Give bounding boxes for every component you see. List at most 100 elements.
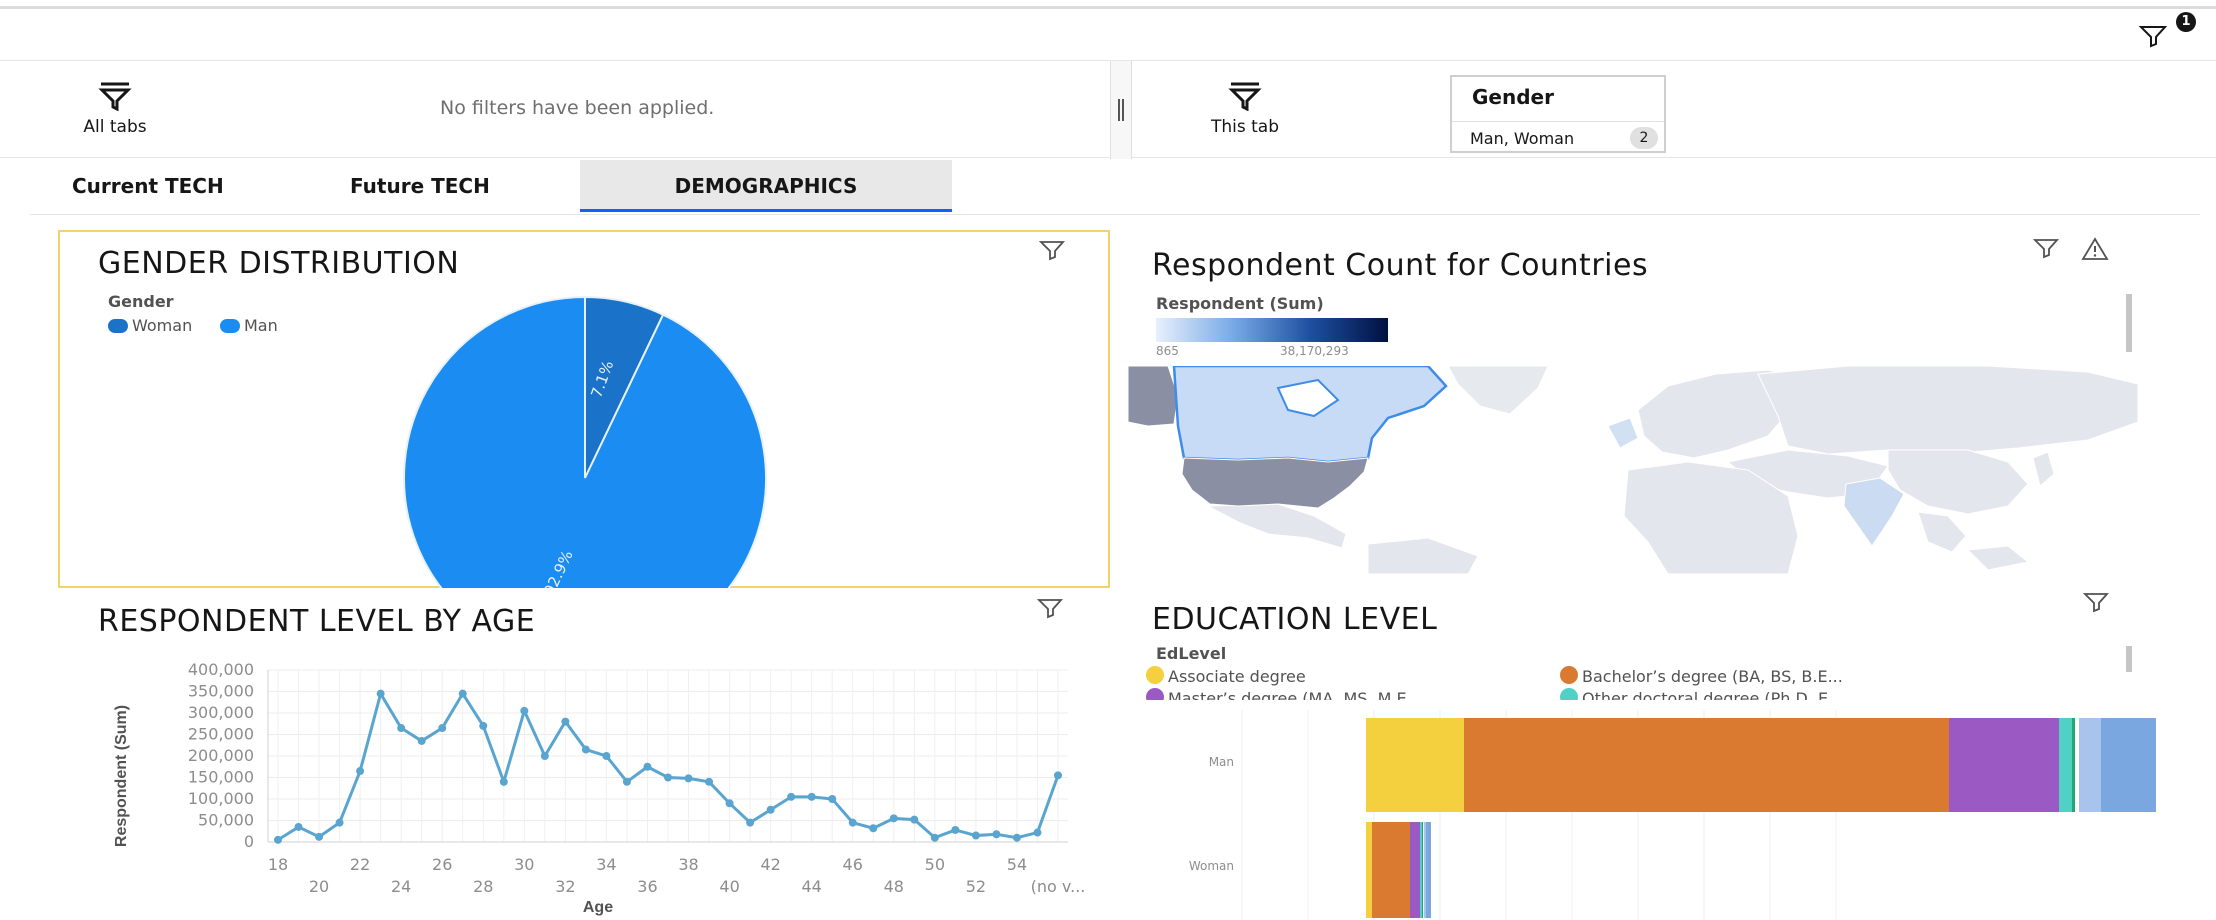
education-level-panel[interactable]: EDUCATION LEVEL EdLevel Associate degree… [1126, 590, 2156, 920]
map-country[interactable] [1128, 366, 1179, 427]
this-tab-label: This tab [1210, 117, 1280, 137]
bar-segment[interactable] [1372, 822, 1410, 918]
filter-icon [1228, 82, 1262, 111]
all-tabs-filter-button[interactable]: All tabs [60, 81, 170, 137]
y-tick-label: 0 [244, 832, 254, 851]
warning-icon[interactable] [2080, 236, 2110, 262]
tab-demographics[interactable]: DEMOGRAPHICS [580, 160, 952, 212]
bar-segment[interactable] [2072, 718, 2075, 812]
pie-slice-man[interactable] [403, 295, 767, 588]
x-tick-label: (no v... [1031, 877, 1086, 896]
data-point[interactable] [315, 832, 324, 841]
education-stacked-bar-chart: Man Woman [1189, 710, 2156, 920]
data-point[interactable] [622, 777, 631, 786]
data-point[interactable] [971, 831, 980, 840]
data-point[interactable] [499, 777, 508, 786]
bar-segment[interactable] [1422, 822, 1423, 918]
data-point[interactable] [684, 774, 693, 783]
data-point[interactable] [1054, 771, 1062, 780]
x-tick-label: 52 [966, 877, 986, 896]
world-map[interactable] [1128, 366, 2138, 574]
data-point[interactable] [787, 792, 796, 801]
data-point[interactable] [889, 814, 898, 823]
data-point[interactable] [725, 799, 734, 808]
x-axis-title: Age [583, 899, 613, 916]
map-country[interactable] [1757, 366, 2138, 455]
panel-title: Respondent Count for Countries [1152, 248, 1649, 283]
data-point[interactable] [397, 724, 406, 733]
filter-count-badge: 1 [2176, 12, 2196, 32]
bar-segment[interactable] [1949, 718, 2059, 812]
y-tick-label: 200,000 [188, 746, 254, 765]
bar-segment[interactable] [2079, 718, 2101, 812]
chip-divider [1452, 121, 1664, 122]
filter-bar-splitter[interactable] [1110, 61, 1132, 159]
filter-bar: All tabs No filters have been applied. T… [0, 60, 2216, 159]
color-scale-bar [1156, 318, 1388, 342]
bar-segment[interactable] [1426, 822, 1431, 918]
data-point[interactable] [910, 815, 919, 824]
data-point[interactable] [705, 777, 714, 786]
bar-segment[interactable] [1423, 822, 1424, 918]
data-point[interactable] [766, 805, 775, 814]
data-point[interactable] [664, 773, 672, 782]
data-point[interactable] [479, 721, 488, 730]
y-tick-label: 250,000 [188, 725, 254, 744]
legend-title: Respondent (Sum) [1156, 294, 1324, 313]
bar-category-label: Woman [1189, 859, 1234, 873]
data-point[interactable] [540, 752, 549, 760]
data-point[interactable] [520, 706, 529, 715]
data-point[interactable] [294, 822, 303, 831]
data-point[interactable] [581, 745, 590, 754]
data-point[interactable] [807, 792, 816, 801]
data-point[interactable] [335, 818, 344, 827]
data-point[interactable] [992, 830, 1001, 839]
data-point[interactable] [828, 795, 837, 803]
global-filter-button[interactable]: 1 [2138, 12, 2198, 50]
data-point[interactable] [869, 824, 878, 833]
bar-segment[interactable] [1420, 822, 1422, 918]
bar-segment[interactable] [2059, 718, 2072, 812]
x-tick-label: 48 [884, 877, 904, 896]
data-point[interactable] [746, 818, 755, 827]
gender-filter-chip[interactable]: Gender Man, Woman 2 [1450, 75, 1666, 153]
data-point[interactable] [602, 752, 611, 760]
data-point[interactable] [376, 689, 385, 698]
data-point[interactable] [848, 818, 857, 827]
y-tick-label: 50,000 [198, 811, 254, 830]
tab-current-tech[interactable]: Current TECH [72, 160, 224, 212]
data-point[interactable] [438, 724, 447, 733]
bar-segment[interactable] [2101, 718, 2156, 812]
data-point[interactable] [930, 833, 939, 842]
data-point[interactable] [951, 825, 960, 834]
age-line-chart: 0 50,000 100,000 150,000 200,000 250,000 300,0… [113, 660, 1086, 916]
data-point[interactable] [274, 835, 282, 844]
bar-segment[interactable] [1424, 822, 1426, 918]
x-tick-label: 40 [719, 877, 739, 896]
data-point[interactable] [356, 767, 365, 776]
bar-segment[interactable] [1366, 718, 1464, 812]
countries-map-panel[interactable]: Respondent Count for Countries Responden… [1126, 230, 2156, 575]
respondent-by-age-panel[interactable]: RESPONDENT LEVEL BY AGE 0 50,000 100,000 15… [58, 590, 1110, 920]
y-tick-label: 350,000 [188, 682, 254, 701]
gender-distribution-panel[interactable]: GENDER DISTRIBUTION Gender Woman Man 7.1… [58, 230, 1110, 588]
this-tab-filter-button[interactable]: This tab [1190, 81, 1300, 137]
tabs-divider [30, 214, 2200, 215]
data-point[interactable] [1012, 833, 1021, 842]
bar-segment[interactable] [1410, 822, 1420, 918]
bar-segment[interactable] [2075, 718, 2079, 812]
data-point[interactable] [643, 762, 652, 771]
bar-segment[interactable] [1366, 822, 1372, 918]
all-tabs-label: All tabs [83, 117, 147, 137]
data-point[interactable] [561, 717, 570, 726]
x-tick-label: 46 [843, 855, 863, 874]
bar-segment[interactable] [1464, 718, 1949, 812]
x-tick-label: 32 [555, 877, 575, 896]
filter-icon[interactable] [2032, 236, 2060, 260]
legend-scrollbar[interactable] [2126, 294, 2132, 352]
data-point[interactable] [417, 736, 426, 745]
data-point[interactable] [458, 689, 467, 698]
scale-min-label: 865 [1156, 344, 1179, 358]
data-point[interactable] [1033, 828, 1042, 837]
tab-future-tech[interactable]: Future TECH [350, 160, 490, 212]
